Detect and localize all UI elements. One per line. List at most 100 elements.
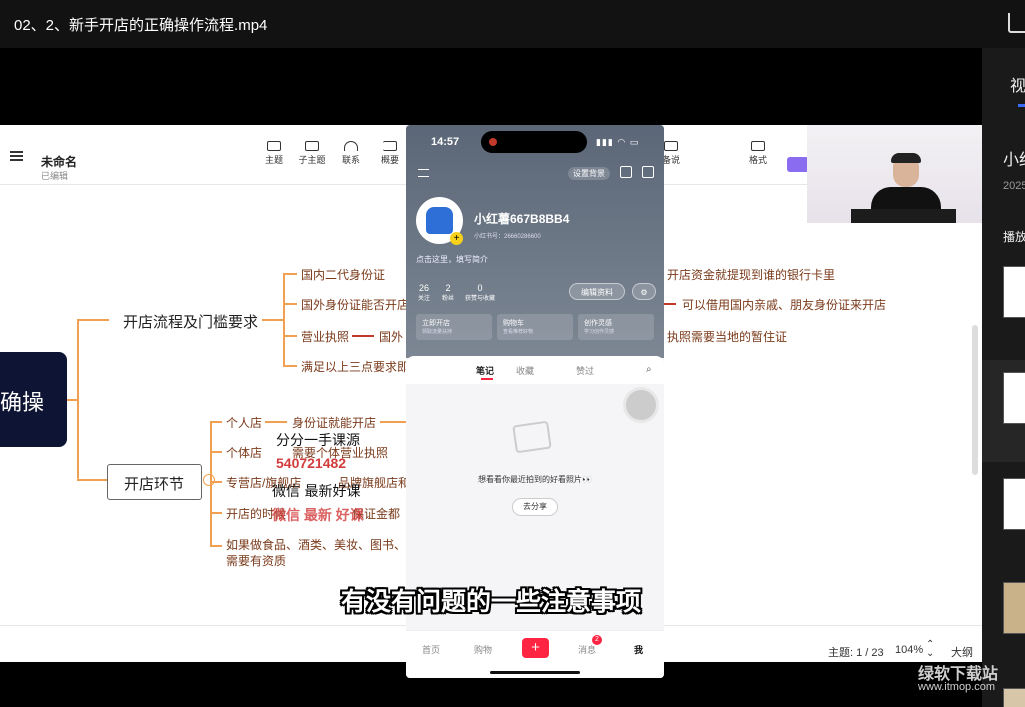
video-player-window: 02、2、新手开店的正确操作流程.mp4 视 小红 2025 播放 未命名 已编… xyxy=(0,0,1025,707)
connector xyxy=(210,512,222,514)
connector xyxy=(77,479,107,481)
subnode[interactable]: 国外身份证能否开店 xyxy=(301,296,409,313)
subnode[interactable]: 国内二代身份证 xyxy=(301,266,385,283)
hamburger-icon[interactable] xyxy=(418,169,429,177)
stat-label: 关注 xyxy=(418,296,431,302)
connector xyxy=(210,451,222,453)
toolbar-format[interactable]: 格式 xyxy=(743,141,773,166)
home-indicator xyxy=(490,671,580,674)
nav-me[interactable]: 我 xyxy=(634,643,643,656)
connector xyxy=(283,303,297,305)
note-text[interactable]: 可以借用国内亲戚、朋友身份证来开店 xyxy=(682,296,886,313)
connector xyxy=(283,365,297,367)
settings-icon[interactable]: ⚙ xyxy=(632,283,656,300)
stat-following[interactable]: 26 关注 xyxy=(418,283,430,302)
bottom-nav: 首页 购物 + 消息 2 我 xyxy=(406,630,664,678)
post-plus-button[interactable]: + xyxy=(522,638,549,658)
scan-icon[interactable] xyxy=(620,166,632,178)
collapse-toggle[interactable] xyxy=(203,474,215,486)
subnode[interactable]: 个体店 xyxy=(226,444,262,461)
nav-messages[interactable]: 消息 xyxy=(578,643,596,656)
webcam-overlay xyxy=(807,125,982,223)
note-icon xyxy=(664,141,678,151)
quick-entry-shop[interactable]: 立即开店 领取流量扶持 xyxy=(416,314,492,340)
toolbar-subtopic[interactable]: 子主题 xyxy=(297,141,327,166)
stat-label: 粉丝 xyxy=(442,296,455,302)
toolbar-summary[interactable]: 概要 xyxy=(375,141,405,166)
download-icon[interactable] xyxy=(1008,13,1025,33)
stat-label: 获赞与收藏 xyxy=(465,296,496,302)
share-button[interactable] xyxy=(787,157,809,172)
playlist-thumb[interactable] xyxy=(1003,266,1025,318)
quick-entry-inspiration[interactable]: 创作灵感 学习创作灵感 xyxy=(578,314,654,340)
subnode[interactable]: 营业执照 xyxy=(301,328,349,345)
quick-entry-title: 立即开店 xyxy=(422,320,450,327)
zoom-level[interactable]: 104% xyxy=(895,644,923,656)
nav-home[interactable]: 首页 xyxy=(422,643,440,656)
connector xyxy=(265,421,287,423)
zoom-stepper-icon[interactable]: ⌃ ⌄ xyxy=(926,640,934,659)
connector xyxy=(262,319,284,321)
share-post-button[interactable]: 去分享 xyxy=(512,498,558,516)
playlist-thumb[interactable] xyxy=(1003,372,1025,424)
branch-node-2[interactable]: 开店环节 xyxy=(124,473,184,494)
root-node-label: 确操 xyxy=(0,390,45,415)
presenter-cap xyxy=(891,153,921,163)
connector xyxy=(77,319,109,321)
add-avatar-icon[interactable]: + xyxy=(450,232,463,245)
subtopic-icon xyxy=(305,141,319,151)
vertical-scrollbar[interactable] xyxy=(972,325,978,475)
doc-status: 已编辑 xyxy=(41,171,69,181)
signal-icons: ▮▮▮ ◠ ▭ xyxy=(596,137,640,147)
relationship-icon xyxy=(344,141,358,151)
subnode[interactable]: 满足以上三点要求即 xyxy=(301,358,409,375)
search-icon[interactable]: ⌕ xyxy=(646,364,652,375)
tab-collections[interactable]: 收藏 xyxy=(516,364,534,377)
doc-title[interactable]: 未命名 xyxy=(41,153,77,170)
branch-node-1[interactable]: 开店流程及门槛要求 xyxy=(123,311,258,332)
profile-tabs: 笔记 收藏 赞过 ⌕ xyxy=(406,356,664,384)
note-text[interactable]: 执照需要当地的暂住证 xyxy=(667,328,787,345)
toolbar-label: 联系 xyxy=(341,155,360,165)
edit-profile-button[interactable]: 编辑资料 xyxy=(569,283,625,300)
subnode[interactable]: 国外 xyxy=(379,328,403,345)
summary-icon xyxy=(383,141,397,151)
floating-avatar[interactable] xyxy=(623,387,659,423)
format-icon xyxy=(751,141,765,151)
nav-shop[interactable]: 购物 xyxy=(474,643,492,656)
bg-settings-button[interactable]: 设置背景 xyxy=(568,167,610,180)
site-watermark-url: www.itmop.com xyxy=(918,681,996,693)
playlist-thumb[interactable] xyxy=(1003,688,1025,707)
playlist-thumb[interactable] xyxy=(1003,582,1025,634)
toolbar-topic[interactable]: 主题 xyxy=(259,141,289,166)
playlist-tab[interactable]: 视 xyxy=(1010,72,1025,96)
playlist-section: 播放 xyxy=(1003,230,1025,244)
username: 小红薯667B8BB4 xyxy=(474,212,570,226)
tab-liked[interactable]: 赞过 xyxy=(576,364,594,377)
subnode[interactable]: 如果做食品、酒类、美妆、图书、麦 xyxy=(226,536,418,553)
title-bar: 02、2、新手开店的正确操作流程.mp4 xyxy=(0,0,1025,48)
outline-button[interactable]: 大纲 xyxy=(951,644,973,660)
stat-likes[interactable]: 0 获赞与收藏 xyxy=(465,283,495,302)
connector xyxy=(380,421,406,423)
connector xyxy=(77,319,79,479)
topic-icon xyxy=(267,141,281,151)
subnode[interactable]: 个人店 xyxy=(226,414,262,431)
toolbar-relationship[interactable]: 联系 xyxy=(336,141,366,166)
subnode-cont[interactable]: 需要有资质 xyxy=(226,552,286,569)
quick-entry-cart[interactable]: 购物车 查看推荐好物 xyxy=(497,314,573,340)
phone-time: 14:57 xyxy=(431,136,460,148)
toolbar-label: 格式 xyxy=(748,155,767,165)
stat-followers[interactable]: 2 粉丝 xyxy=(442,283,454,302)
toolbar-label: 主题 xyxy=(264,155,283,165)
user-id: 小红书号：26660286600 xyxy=(474,234,541,240)
playlist-thumb[interactable] xyxy=(1003,478,1025,530)
course-title: 小红 xyxy=(1003,152,1025,169)
tab-notes[interactable]: 笔记 xyxy=(476,364,494,377)
share-icon[interactable] xyxy=(642,166,654,178)
subnode[interactable]: 身份证就能开店 xyxy=(292,414,376,431)
watermark-text: 540721482 xyxy=(276,455,347,471)
bio-placeholder[interactable]: 点击这里，填写简介 xyxy=(416,254,488,265)
note-text[interactable]: 开店资金就提现到谁的银行卡里 xyxy=(667,266,835,283)
quick-entry-title: 购物车 xyxy=(503,320,524,327)
